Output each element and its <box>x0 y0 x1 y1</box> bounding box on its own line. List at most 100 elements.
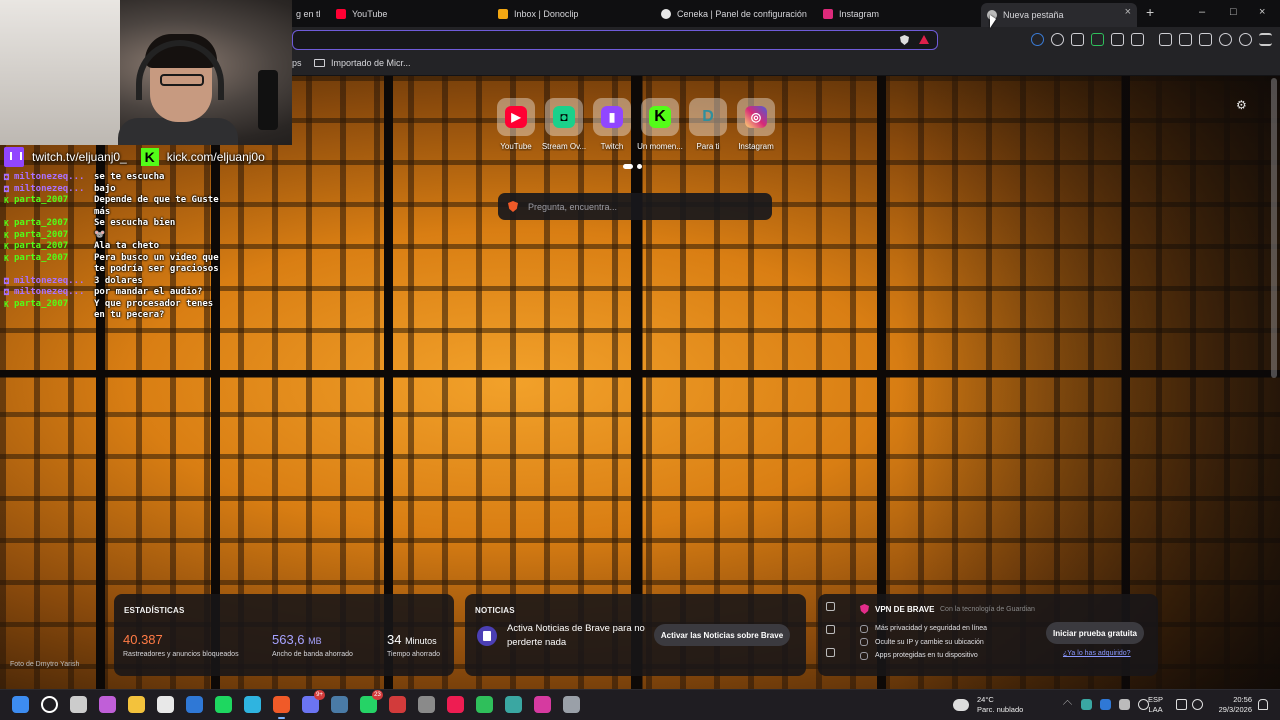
app-red-icon[interactable] <box>389 696 406 713</box>
whatsapp-icon[interactable]: 23 <box>360 690 383 713</box>
tray-app-icon[interactable] <box>1081 699 1092 710</box>
chat-username: parta_2007 <box>14 195 69 205</box>
steam-icon[interactable] <box>331 696 348 713</box>
site-label: Instagram <box>738 142 774 151</box>
stats-title: ESTADÍSTICAS <box>124 606 185 615</box>
lang-line1: ESP <box>1148 695 1164 704</box>
app-green-icon[interactable] <box>476 696 493 713</box>
enable-news-button[interactable]: Activar las Noticias sobre Brave <box>654 624 790 646</box>
top-site-twitch[interactable]: ▮ Twitch <box>592 98 632 151</box>
tab-instagram[interactable]: Instagram <box>823 4 973 24</box>
vpn-icon[interactable] <box>1239 33 1252 46</box>
twitch-icon: ▮ <box>601 106 623 128</box>
close-window-button[interactable]: × <box>1259 6 1265 18</box>
file-explorer-icon[interactable] <box>128 696 145 713</box>
language-indicator[interactable]: ESP LAA <box>1148 695 1163 715</box>
extension-icon[interactable] <box>1091 33 1104 46</box>
brave-rewards-icon[interactable] <box>919 35 929 44</box>
chat-username: parta_2007 <box>14 298 69 309</box>
top-site-youtube[interactable]: ▶ YouTube <box>496 98 536 151</box>
media-icon[interactable] <box>1159 33 1172 46</box>
search-button-icon[interactable] <box>41 696 58 713</box>
chat-username: parta_2007 <box>14 241 69 251</box>
app-pink-icon[interactable] <box>534 696 551 713</box>
search-input[interactable] <box>528 201 758 212</box>
youtube-icon: ▶ <box>505 106 527 128</box>
chat-message: ◘ miltonezeq... por mandar el audio? <box>4 287 294 299</box>
volume-icon[interactable] <box>1192 699 1203 710</box>
tab-youtube[interactable]: YouTube <box>336 4 486 24</box>
news-text: Activa Noticias de Brave para no perdert… <box>507 623 645 648</box>
rewards-tab-icon[interactable] <box>826 625 835 634</box>
obs-icon[interactable] <box>418 696 435 713</box>
copilot-icon[interactable] <box>99 696 116 713</box>
wallet-icon[interactable] <box>1199 33 1212 46</box>
screenshot-icon[interactable] <box>1131 33 1144 46</box>
settings-icon[interactable] <box>563 696 580 713</box>
search-box[interactable] <box>498 193 772 220</box>
already-purchased-link[interactable]: ¿Ya lo has adquirido? <box>1063 650 1131 657</box>
scrollbar[interactable] <box>1271 78 1277 378</box>
news-widget: NOTICIAS Activa Noticias de Brave para n… <box>465 594 806 676</box>
tab-donoclip[interactable]: Inbox | Donoclip <box>498 4 648 24</box>
menu-icon[interactable] <box>1259 33 1272 46</box>
chat-text: 3 dolares <box>94 275 143 286</box>
site-tile: ▮ <box>593 98 631 136</box>
bookmark-folder[interactable]: Importado de Micr... <box>314 58 411 68</box>
twitch-platform-icon: ◘ <box>4 173 9 182</box>
photo-credit[interactable]: Foto de Dmytro Yarish <box>10 661 79 668</box>
tiktok-icon[interactable] <box>447 696 464 713</box>
talk-tab-icon[interactable] <box>826 648 835 657</box>
tray-app-icon[interactable] <box>1119 699 1130 710</box>
notification-bell-icon[interactable] <box>1258 699 1268 710</box>
pager-dot-active[interactable] <box>623 164 633 169</box>
brave-icon[interactable] <box>273 696 290 719</box>
brave-shields-icon[interactable] <box>900 35 909 45</box>
start-button-icon[interactable] <box>12 696 29 713</box>
app-monitor-icon[interactable] <box>505 696 522 713</box>
kick-logo-icon: K <box>140 148 159 166</box>
task-view-button-icon[interactable] <box>70 696 87 713</box>
discord-icon[interactable]: 9+ <box>302 690 325 713</box>
start-trial-button[interactable]: Iniciar prueba gratuita <box>1046 622 1144 644</box>
new-tab-button[interactable]: + <box>1146 4 1154 20</box>
stats-widget: ESTADÍSTICAS 40.387 Rastreadores y anunc… <box>114 594 454 676</box>
time-value: 34 <box>387 632 402 647</box>
clock[interactable]: 20:56 29/3/2026 <box>1212 695 1252 715</box>
tab-new-tab[interactable]: Nueva pestaña × <box>981 3 1137 27</box>
bookmark-item[interactable]: ps <box>292 58 302 68</box>
close-tab-icon[interactable]: × <box>1125 6 1131 18</box>
address-bar[interactable] <box>292 30 938 50</box>
maximize-button[interactable]: □ <box>1230 6 1237 18</box>
chevron-up-icon[interactable] <box>1062 699 1073 710</box>
minimize-button[interactable]: – <box>1199 6 1205 18</box>
pager-dot[interactable] <box>637 164 642 169</box>
extension-icon[interactable] <box>1051 33 1064 46</box>
microsoft-store-icon[interactable] <box>157 696 174 713</box>
puzzle-icon[interactable] <box>1111 33 1124 46</box>
top-site-kick[interactable]: K Un momen... <box>637 98 683 151</box>
extension-icon[interactable] <box>1071 33 1084 46</box>
stream-overlay-icon: ◘ <box>553 106 575 128</box>
vpn-logo-icon <box>860 604 869 614</box>
tab-streaming[interactable]: g en tk <box>296 4 320 24</box>
tab-title: Nueva pestaña <box>1003 10 1064 20</box>
top-site-para-ti[interactable]: D Para ti <box>688 98 728 151</box>
edge-icon[interactable] <box>244 696 261 713</box>
tray-app-icon[interactable] <box>1100 699 1111 710</box>
leo-ai-icon[interactable] <box>1219 33 1232 46</box>
gear-icon[interactable]: ⚙ <box>1236 98 1247 112</box>
vpn-tab-icon[interactable] <box>826 602 835 611</box>
top-sites: ▶ YouTube ◘ Stream Ov... ▮ Twitch K Un m… <box>496 98 776 151</box>
top-site-stream-overlay[interactable]: ◘ Stream Ov... <box>542 98 586 151</box>
app-blue-icon[interactable] <box>186 696 203 713</box>
time-stat: 34 Minutos Tiempo ahorrado <box>387 632 440 658</box>
weather-widget[interactable]: 24°C Parc. nublado <box>953 695 1023 715</box>
extension-icon[interactable] <box>1031 33 1044 46</box>
spotify-icon[interactable] <box>215 696 232 713</box>
network-icon[interactable] <box>1176 699 1187 710</box>
top-site-instagram[interactable]: ◎ Instagram <box>736 98 776 151</box>
tab-ceneka[interactable]: Ceneka | Panel de configuración <box>661 4 811 24</box>
sidebar-icon[interactable] <box>1179 33 1192 46</box>
chat-username: miltonezeq... <box>14 275 85 286</box>
